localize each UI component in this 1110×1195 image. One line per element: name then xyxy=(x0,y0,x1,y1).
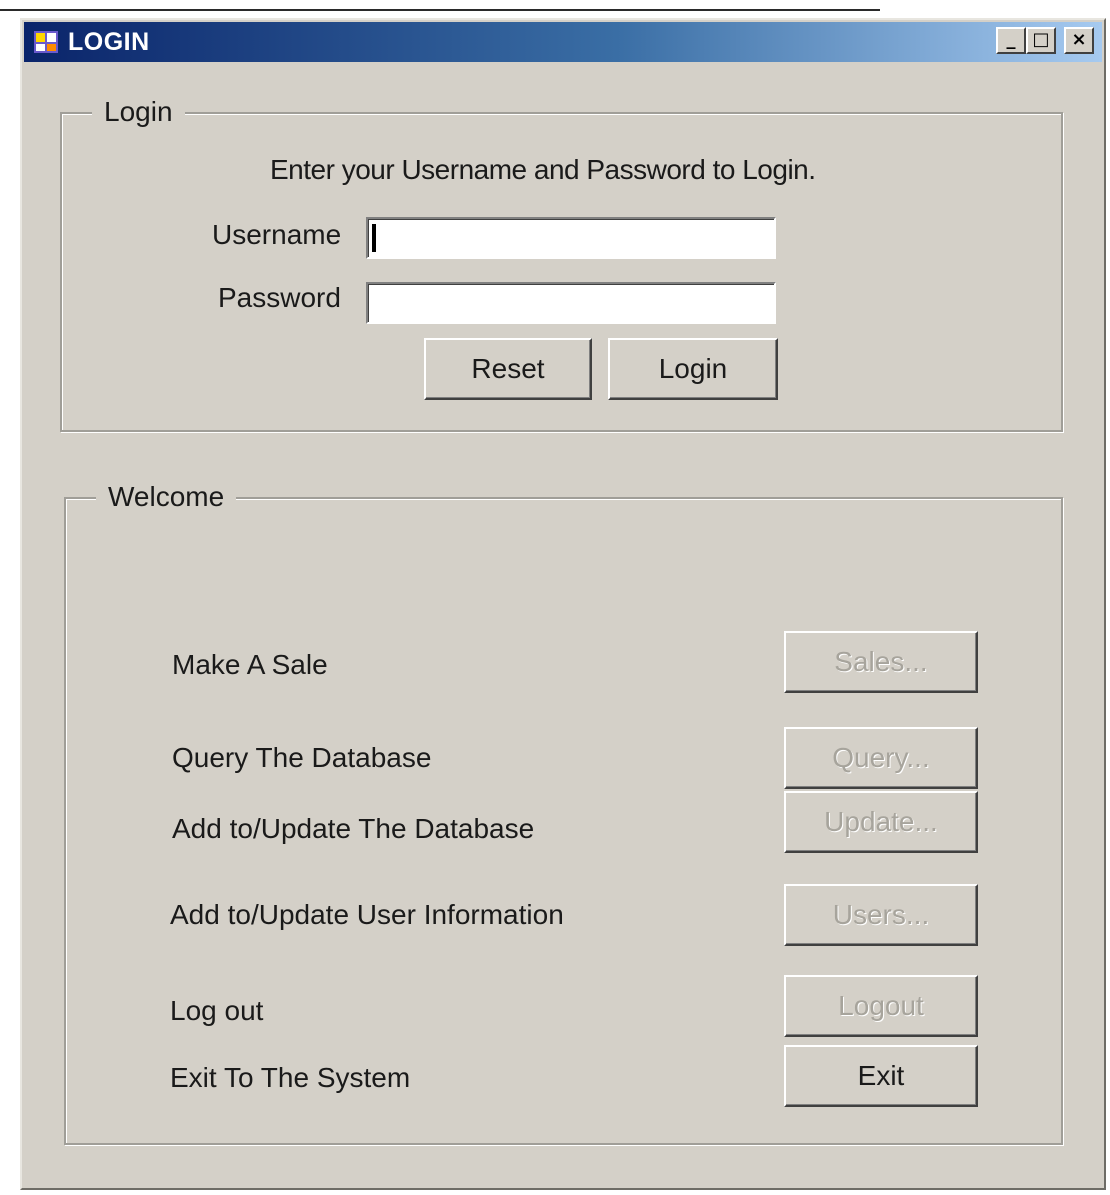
close-icon: × xyxy=(1071,29,1087,50)
minimize-button[interactable]: _ xyxy=(996,27,1026,54)
close-button[interactable]: × xyxy=(1064,27,1094,54)
welcome-group: Welcome Make A Sale Sales... Query The D… xyxy=(64,481,1063,1145)
login-button[interactable]: Login xyxy=(608,338,778,400)
background-line xyxy=(0,9,880,11)
update-users-label: Add to/Update User Information xyxy=(170,899,564,930)
exit-system-label: Exit To The System xyxy=(170,1062,411,1093)
logout-button[interactable]: Logout xyxy=(784,975,978,1037)
login-group: Login Enter your Username and Password t… xyxy=(60,96,1063,432)
log-out-label: Log out xyxy=(170,995,264,1026)
welcome-group-legend: Welcome xyxy=(96,481,237,513)
username-input[interactable] xyxy=(366,217,776,259)
reset-button[interactable]: Reset xyxy=(424,338,592,400)
login-group-legend: Login xyxy=(92,96,185,128)
login-app-icon xyxy=(34,31,58,53)
login-instructions: Enter your Username and Password to Logi… xyxy=(270,154,816,185)
minimize-icon: _ xyxy=(1006,29,1016,50)
password-label: Password xyxy=(218,282,341,313)
exit-button[interactable]: Exit xyxy=(784,1045,978,1107)
query-button[interactable]: Query... xyxy=(784,727,978,789)
maximize-button[interactable]: □ xyxy=(1026,27,1056,54)
password-input[interactable] xyxy=(366,282,776,324)
background-strip xyxy=(0,0,1110,11)
users-button[interactable]: Users... xyxy=(784,884,978,946)
make-sale-label: Make A Sale xyxy=(172,649,328,680)
update-button[interactable]: Update... xyxy=(784,791,978,853)
sales-button[interactable]: Sales... xyxy=(784,631,978,693)
text-caret xyxy=(372,224,376,252)
title-bar[interactable]: LOGIN _ □ × xyxy=(24,22,1102,62)
query-database-label: Query The Database xyxy=(172,742,432,773)
login-window: LOGIN _ □ × Login Enter your Username an… xyxy=(20,18,1106,1190)
maximize-icon: □ xyxy=(1032,29,1050,50)
update-database-label: Add to/Update The Database xyxy=(172,813,535,844)
username-label: Username xyxy=(212,219,342,250)
window-title: LOGIN xyxy=(68,28,150,56)
